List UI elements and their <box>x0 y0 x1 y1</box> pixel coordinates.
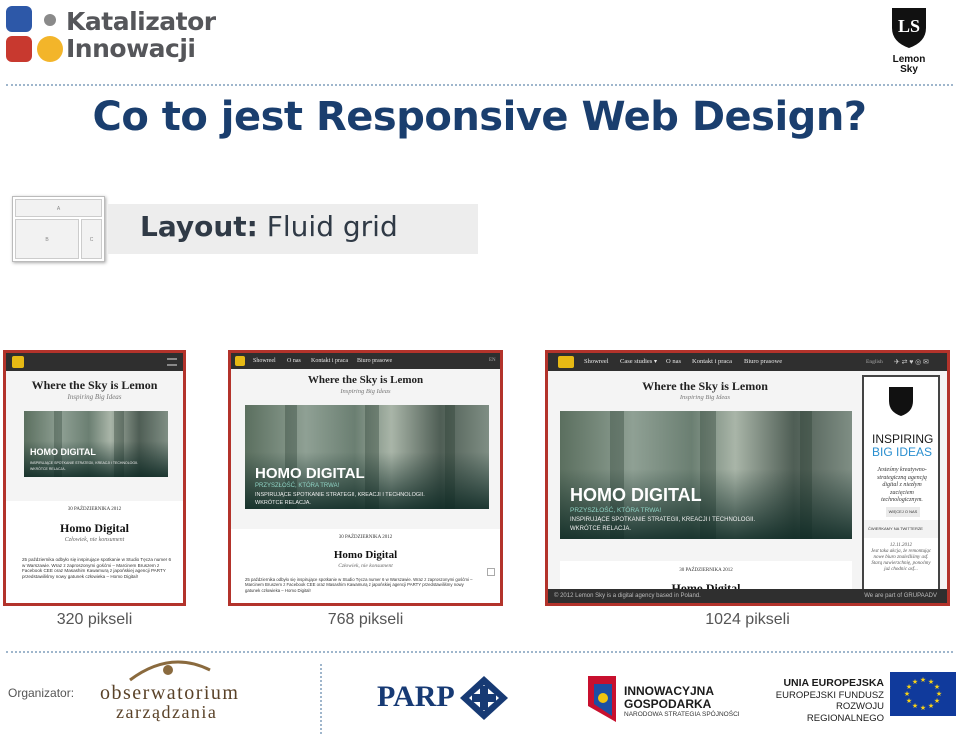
svg-text:★: ★ <box>906 697 912 705</box>
nav-item-kontakt[interactable]: Kontakt i praca <box>311 353 348 369</box>
innowacyjna-gospodarka-logo: INNOWACYJNA GOSPODARKA <box>624 684 715 711</box>
tweet-text: 12.11.2012 Jest taka akcja, że remontują… <box>870 543 932 572</box>
site-logo-icon <box>12 356 24 368</box>
screenshot-768: Showreel O nas Kontakt i praca Biuro pra… <box>228 350 503 606</box>
footer-divider <box>6 651 953 653</box>
lemon-sky-logo: LS Lemon Sky <box>878 2 940 78</box>
screenshot-1024: Showreel Case studies ▾ O nas Kontakt i … <box>545 350 950 606</box>
site-subtagline: Inspiring Big Ideas <box>67 393 122 401</box>
svg-text:★: ★ <box>912 678 918 686</box>
nav-item-case-studies[interactable]: Case studies <box>620 353 652 371</box>
innowacyjna-gospodarka-subtitle: NARODOWA STRATEGIA SPÓJNOŚCI <box>624 711 740 718</box>
nav-item-kontakt[interactable]: Kontakt i praca <box>692 353 732 371</box>
screenshot-320: Where the Sky is Lemon Inspiring Big Ide… <box>3 350 186 606</box>
menu-icon[interactable] <box>167 358 177 366</box>
header-divider <box>6 84 953 86</box>
eu-fund-label: UNIA EUROPEJSKA EUROPEJSKI FUNDUSZ ROZWO… <box>775 677 884 724</box>
post-date: 30 PAŹDZIERNIKA 2012 <box>338 535 393 540</box>
svg-text:LS: LS <box>898 16 920 36</box>
svg-text:★: ★ <box>928 702 934 710</box>
parp-arrows-icon <box>460 676 508 720</box>
lang-switch[interactable]: English <box>866 353 883 371</box>
site-nav-bar <box>6 353 183 371</box>
svg-text:★: ★ <box>934 697 940 705</box>
lemon-sky-shield-icon: LS <box>892 8 926 48</box>
post-title[interactable]: Homo Digital <box>6 521 183 536</box>
caption-320: 320 pikseli <box>56 611 133 628</box>
site-tagline: Where the Sky is Lemon <box>307 374 424 386</box>
caption-1024: 1024 pikseli <box>705 611 790 628</box>
nav-item-o-nas[interactable]: O nas <box>287 353 301 369</box>
site-subtagline: Inspiring Big Ideas <box>340 388 391 395</box>
katalizator-logo-icon <box>6 6 63 62</box>
organizer-label: Organizator: <box>8 686 75 700</box>
site-nav-bar: Showreel O nas Kontakt i praca Biuro pra… <box>231 353 500 369</box>
innowacyjna-gospodarka-icon <box>588 676 616 722</box>
parp-logo: PARP <box>377 680 455 713</box>
twitter-box-header[interactable]: ĆWIERKAMY NA TWITTERZE <box>864 520 938 538</box>
footer-separator <box>320 664 322 734</box>
post-date: 30 PAŹDZIERNIKA 2012 <box>679 568 733 573</box>
hero-banner[interactable]: HOMO DIGITAL INSPIRUJĄCE SPOTKANIE STRAT… <box>24 411 168 477</box>
nav-item-biuro[interactable]: Biuro prasowe <box>744 353 782 371</box>
post-subtitle: Człowiek, nie konsument <box>64 537 125 543</box>
nav-item-showreel[interactable]: Showreel <box>584 353 609 371</box>
chevron-down-icon: ▾ <box>654 359 658 365</box>
social-icons[interactable]: ✈ ⇄ ♥ ◎ ✉ <box>894 353 929 371</box>
site-footer: © 2012 Lemon Sky is a digital agency bas… <box>548 589 947 603</box>
post-body: 25 października odbyło się inspirujące s… <box>245 577 473 593</box>
nav-item-biuro[interactable]: Biuro prasowe <box>357 353 392 369</box>
site-tagline: Where the Sky is Lemon <box>31 378 158 392</box>
caption-768: 768 pikseli <box>327 611 404 628</box>
svg-text:★: ★ <box>912 702 918 710</box>
hero-banner[interactable]: HOMO DIGITAL PRZYSZŁOŚĆ, KTÓRA TRWA! INS… <box>245 405 489 509</box>
svg-text:★: ★ <box>904 690 910 698</box>
sidebar-panel: INSPIRING BIG IDEAS Jesteśmy kreatywno-s… <box>862 375 940 593</box>
nav-item-showreel[interactable]: Showreel <box>253 353 276 369</box>
post-date: 30 PAŹDZIERNIKA 2012 <box>67 507 122 512</box>
svg-text:★: ★ <box>920 676 926 684</box>
layout-label: Layout: Fluid grid <box>140 210 398 243</box>
katalizator-logo-text: Katalizator Innowacji <box>66 7 216 63</box>
hero-banner[interactable]: HOMO DIGITAL PRZYSZŁOŚĆ, KTÓRA TRWA! INS… <box>560 411 852 539</box>
site-tagline: Where the Sky is Lemon <box>642 379 768 393</box>
lang-switch[interactable]: EN <box>489 353 496 369</box>
lemon-sky-small-logo <box>886 385 916 427</box>
fluid-grid-layout-icon: A B C <box>12 196 105 262</box>
slide-title: Co to jest Responsive Web Design? <box>92 94 867 140</box>
site-subtagline: Inspiring Big Ideas <box>679 394 731 401</box>
post-body: 25 października odbyło się inspirujące s… <box>22 557 172 580</box>
post-subtitle: Człowiek, nie konsument <box>338 563 393 569</box>
site-logo-icon <box>235 356 245 366</box>
obserwatorium-zarzadzania-logo: obserwatorium zarządzania <box>100 656 250 722</box>
site-logo-icon <box>558 356 574 368</box>
eu-flag-icon: ★ ★ ★ ★ ★ ★ ★ ★ ★ ★ ★ ★ <box>890 672 956 716</box>
svg-text:★: ★ <box>920 704 926 712</box>
post-title[interactable]: Homo Digital <box>231 549 500 561</box>
site-nav-bar: Showreel Case studies ▾ O nas Kontakt i … <box>548 353 947 371</box>
nav-item-o-nas[interactable]: O nas <box>666 353 681 371</box>
sidebar-description: Jesteśmy kreatywno-strategiczną agencją … <box>877 467 927 503</box>
more-about-us-button[interactable]: WIĘCEJ O NAS <box>886 507 920 517</box>
sidebar-headline: INSPIRING BIG IDEAS <box>872 432 934 459</box>
share-icon[interactable] <box>487 568 495 576</box>
